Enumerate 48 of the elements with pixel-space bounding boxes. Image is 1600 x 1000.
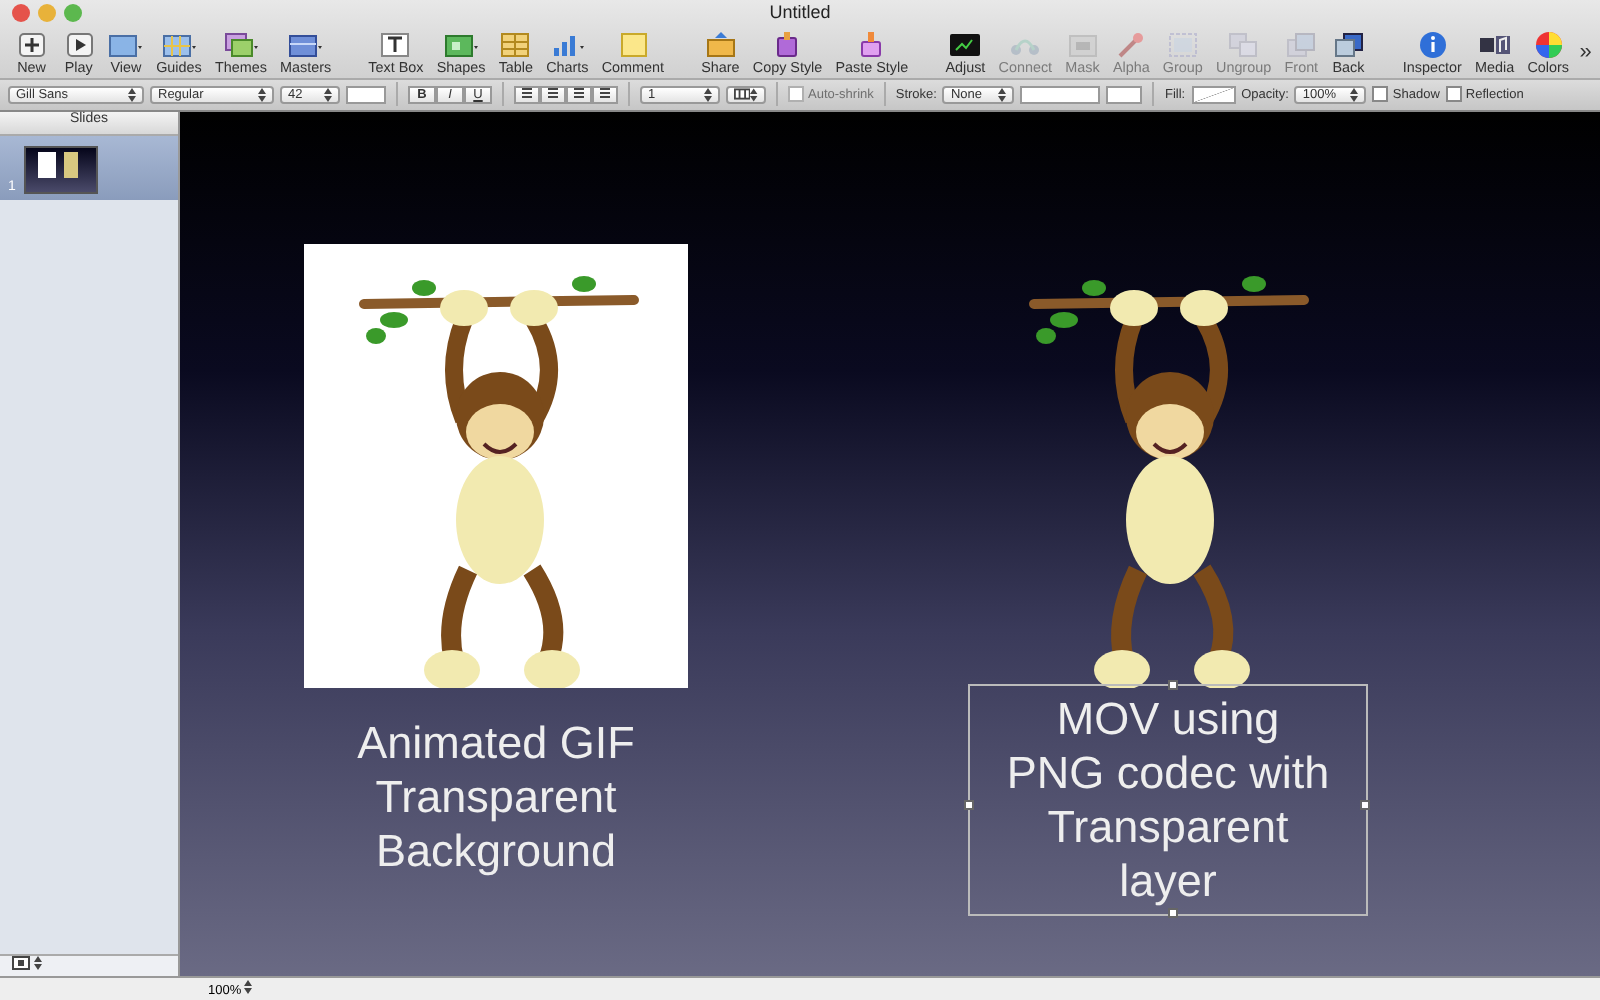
window-icon <box>108 29 143 58</box>
checkbox[interactable] <box>1445 86 1462 103</box>
stroke-width-field[interactable] <box>1020 85 1101 104</box>
table-icon <box>498 29 533 58</box>
window-title: Untitled <box>769 2 831 22</box>
stepper-arrows-icon <box>750 87 758 102</box>
columns-icon <box>734 88 751 101</box>
stepper-arrows-icon <box>244 980 253 995</box>
slide-caption: Animated GIF Transparent Background <box>357 717 635 876</box>
slide-caption: MOV using PNG codec with Transparent layer <box>1006 693 1330 906</box>
plus-icon <box>14 29 49 58</box>
align-right-icon[interactable] <box>566 85 592 104</box>
stepper-arrows-icon <box>998 87 1007 102</box>
selection-handle[interactable] <box>964 799 974 810</box>
view-options-icon[interactable] <box>12 956 44 971</box>
share-icon <box>703 29 738 58</box>
info-icon <box>1415 29 1450 58</box>
stroke-color-well[interactable] <box>1106 85 1143 104</box>
monitor-icon <box>948 29 983 58</box>
color-well[interactable] <box>346 85 386 104</box>
selection-handle[interactable] <box>1168 679 1178 690</box>
layers-icon <box>223 29 258 58</box>
align-left-icon[interactable] <box>514 85 540 104</box>
group-icon <box>1165 29 1200 58</box>
color-wheel-icon <box>1531 29 1566 58</box>
note-icon <box>615 29 650 58</box>
justify-icon[interactable] <box>592 85 618 104</box>
stepper-arrows-icon <box>1350 87 1359 102</box>
fill-well[interactable] <box>1191 85 1236 104</box>
align-center-icon[interactable] <box>540 85 566 104</box>
play-icon <box>61 29 96 58</box>
columns-popup[interactable] <box>726 85 766 104</box>
stepper-arrows-icon <box>324 87 332 102</box>
text-icon <box>378 29 413 58</box>
shapes-icon <box>444 29 479 58</box>
stepper-arrows-icon <box>704 87 712 102</box>
ungroup-icon <box>1226 29 1261 58</box>
front-icon <box>1284 29 1319 58</box>
selection-handle[interactable] <box>1168 907 1178 918</box>
close-button[interactable] <box>12 4 30 23</box>
selection-handle[interactable] <box>1360 799 1370 810</box>
stepper-arrows-icon <box>128 87 136 102</box>
checkbox[interactable] <box>1372 86 1389 103</box>
back-icon <box>1331 29 1366 58</box>
stepper-arrows-icon <box>258 87 266 102</box>
toolbar-overflow-button[interactable]: » <box>1575 39 1596 64</box>
slide-thumbnail[interactable] <box>23 145 98 194</box>
magic-wand-icon <box>1114 29 1149 58</box>
